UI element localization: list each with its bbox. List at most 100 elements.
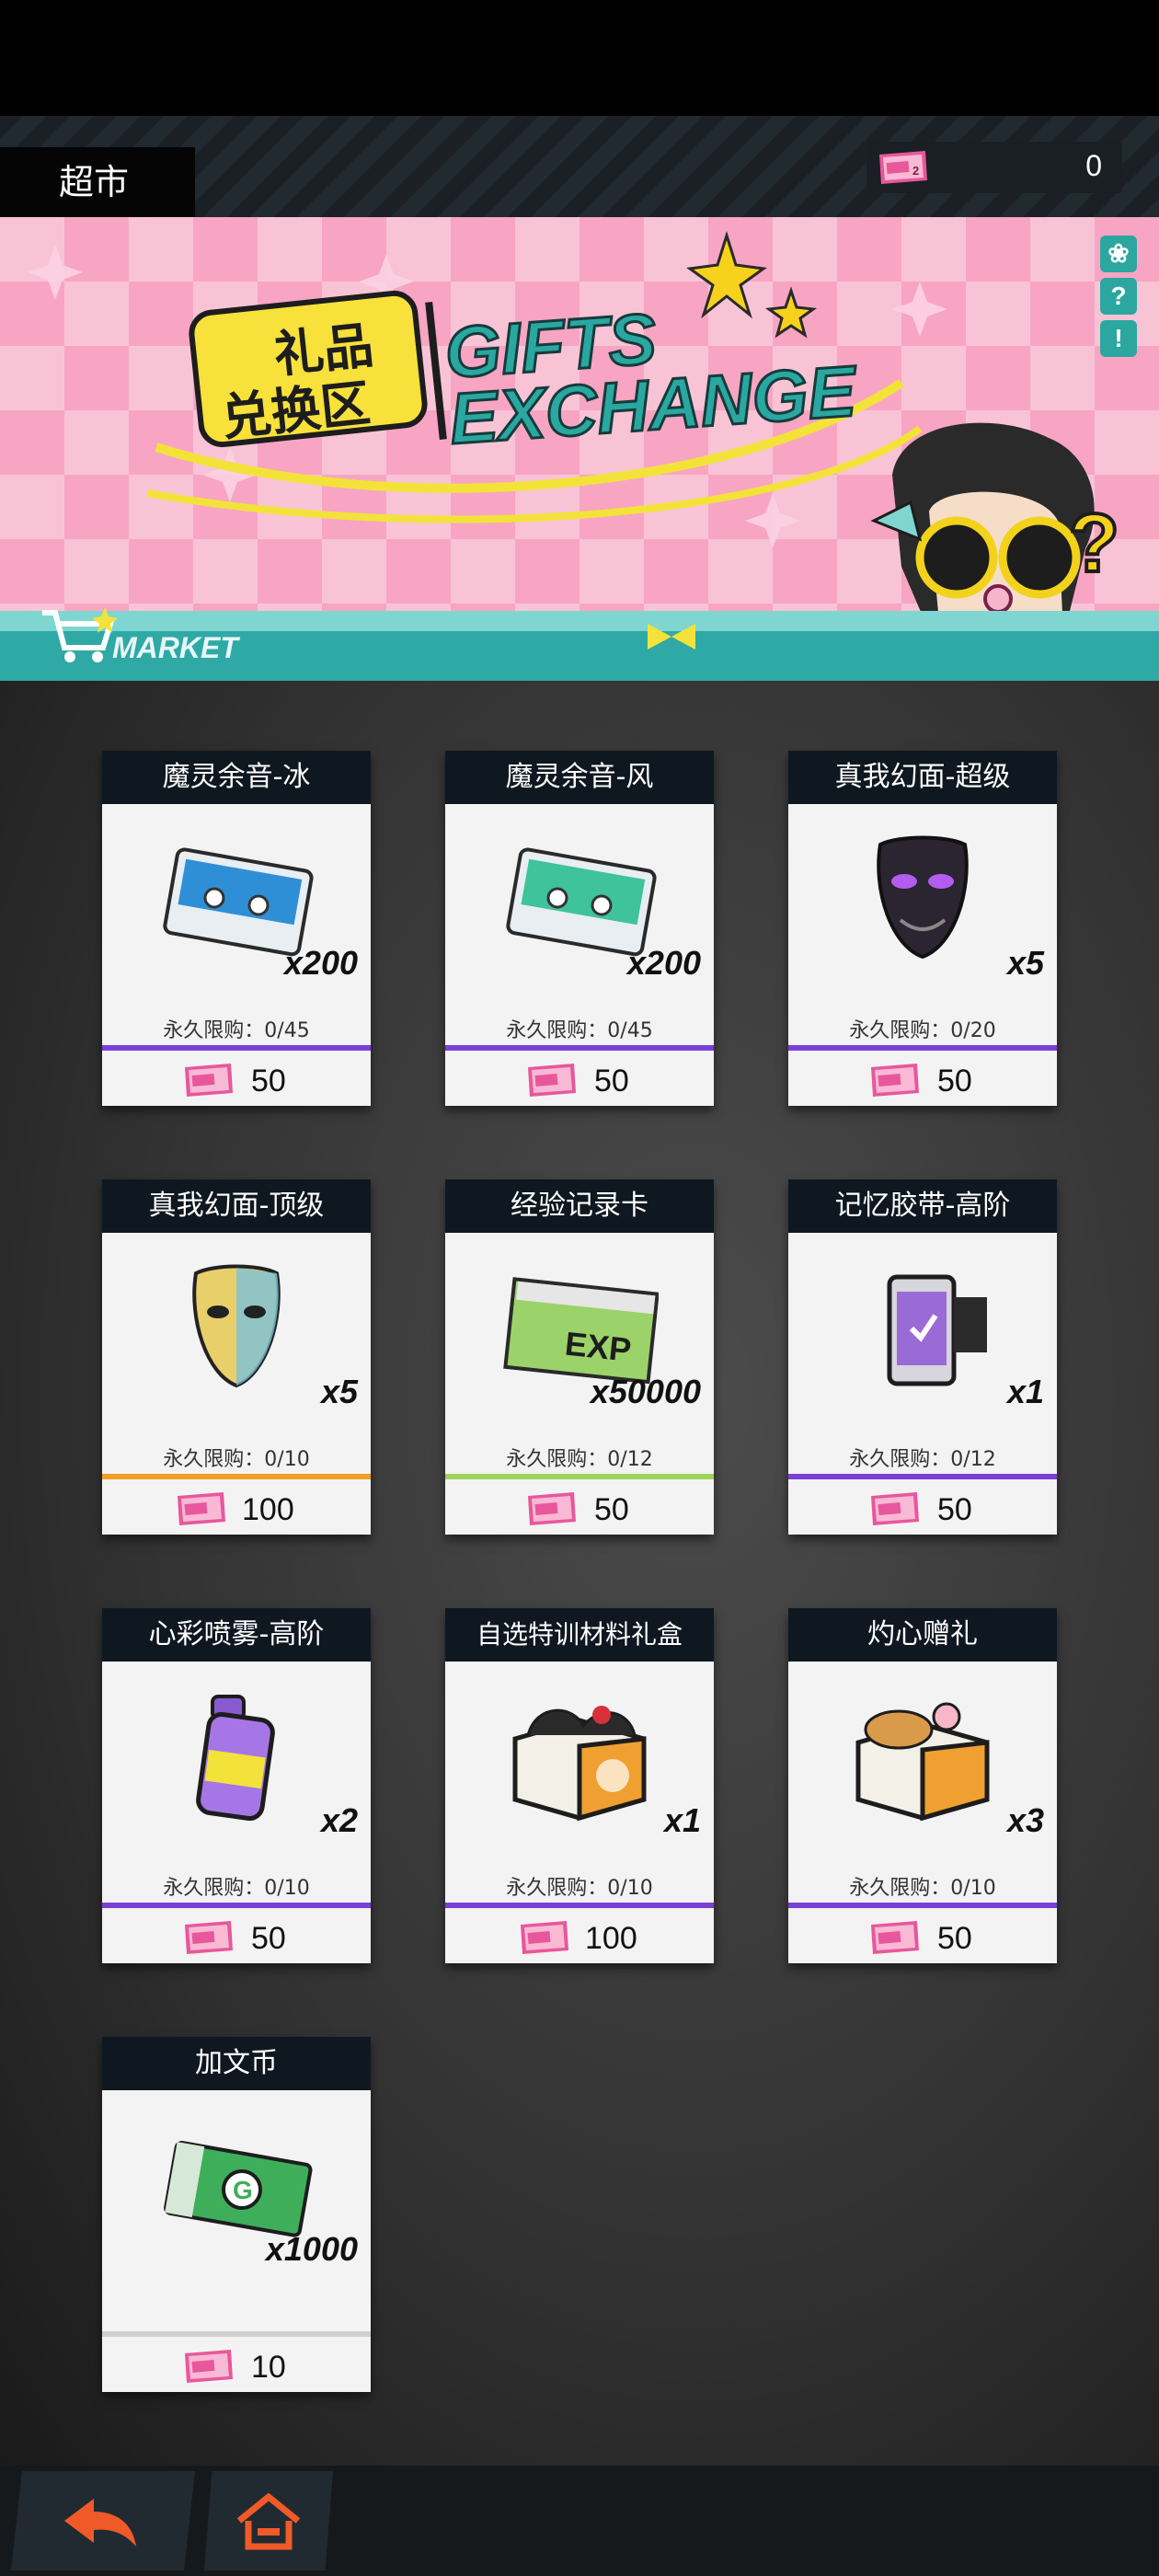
back-button[interactable]: [11, 2471, 195, 2570]
info-icon[interactable]: !: [1100, 320, 1137, 357]
item-purchase-limit: 永久限购：0/10: [849, 1877, 996, 1900]
banner-title-cn-2: 兑换区: [218, 374, 373, 447]
item-quantity: x200: [626, 944, 701, 982]
item-name: 经验记录卡: [445, 1179, 714, 1233]
shop-item-card[interactable]: 加文币 G x1000 10: [102, 2037, 371, 2392]
memory-film-icon: [887, 1274, 987, 1386]
top-bar: 超市 2 0: [0, 116, 1159, 217]
item-name: 心彩喷雾-高阶: [102, 1608, 371, 1662]
item-price: 50: [937, 1064, 972, 1098]
item-price: 50: [594, 1064, 629, 1098]
ribbon-icon: [648, 624, 695, 650]
rarity-line: [788, 1903, 1057, 1908]
ticket-currency-icon: [185, 1921, 233, 1954]
rarity-line: [445, 1903, 714, 1908]
price-row: 50: [445, 1481, 714, 1535]
item-quantity: x2: [320, 1801, 358, 1839]
ticket-currency-icon: [871, 1921, 919, 1954]
price-row: 10: [102, 2339, 371, 2392]
shop-item-card[interactable]: 心彩喷雾-高阶 x2 永久限购：0/10 50: [102, 1608, 371, 1963]
item-price: 50: [251, 1921, 286, 1956]
item-purchase-limit: 永久限购：0/10: [163, 1877, 310, 1900]
item-price: 50: [937, 1921, 972, 1956]
shop-item-card[interactable]: 魔灵余音-风 x200 永久限购：0/45 50: [445, 751, 714, 1106]
rarity-line: [445, 1045, 714, 1051]
item-purchase-limit: 永久限购：0/12: [506, 1448, 653, 1471]
item-name: 自选特训材料礼盒: [445, 1608, 714, 1662]
shop-item-card[interactable]: 真我幻面-超级 x5 永久限购：0/20 50: [788, 751, 1057, 1106]
rarity-line: [102, 2331, 371, 2337]
rarity-line: [788, 1045, 1057, 1051]
bottom-nav-bar: [0, 2466, 1159, 2576]
svg-text:2: 2: [912, 164, 919, 178]
shop-item-card[interactable]: 魔灵余音-冰 x200 永久限购：0/45 50: [102, 751, 371, 1106]
item-quantity: x200: [283, 944, 358, 982]
rabbit-icon[interactable]: ❀: [1100, 236, 1137, 272]
item-price: 50: [594, 1492, 629, 1527]
price-row: 100: [445, 1910, 714, 1963]
mask-purple-icon: [877, 835, 969, 960]
ticket-currency-icon: [178, 1492, 225, 1525]
rarity-line: [102, 1474, 371, 1479]
gifts-exchange-banner: 礼品 兑换区 GIFTS EXCHANGE ? ❀ ? ! MARKET: [0, 217, 1159, 681]
svg-text:?: ?: [1069, 498, 1119, 590]
item-name: 灼心赠礼: [788, 1608, 1057, 1662]
item-price: 100: [242, 1492, 294, 1527]
item-price: 10: [251, 2350, 286, 2385]
item-purchase-limit: 永久限购：0/12: [849, 1448, 996, 1471]
gift-box-icon: [512, 1706, 647, 1822]
page-title: 超市: [0, 147, 195, 217]
item-name: 加文币: [102, 2037, 371, 2090]
item-purchase-limit: 永久限购：0/45: [163, 1019, 310, 1042]
ticket-currency-icon: 2: [879, 151, 927, 184]
spray-can-icon: [196, 1695, 275, 1822]
ticket-currency-icon: [185, 1064, 233, 1097]
shop-item-card[interactable]: 记忆胶带-高阶 x1 永久限购：0/12 50: [788, 1179, 1057, 1535]
item-quantity: x5: [1006, 944, 1044, 982]
rarity-line: [102, 1903, 371, 1908]
item-name: 真我幻面-超级: [788, 751, 1057, 804]
svg-text:EXP: EXP: [563, 1325, 633, 1369]
shop-item-card[interactable]: 真我幻面-顶级 x5 永久限购：0/10 100: [102, 1179, 371, 1535]
item-quantity: x1: [1006, 1373, 1044, 1410]
mask-gold-icon: [192, 1264, 281, 1388]
banner-title-plaque: 礼品 兑换区: [186, 288, 430, 450]
price-row: 50: [445, 1052, 714, 1106]
shop-item-card[interactable]: 经验记录卡 EXP x50000 永久限购：0/12 50: [445, 1179, 714, 1535]
price-row: 50: [788, 1052, 1057, 1106]
item-price: 100: [585, 1921, 637, 1956]
item-purchase-limit: 永久限购：0/10: [163, 1448, 310, 1471]
shop-item-card[interactable]: 自选特训材料礼盒 x1 永久限购：0/10 100: [445, 1608, 714, 1963]
item-purchase-limit: 永久限购：0/45: [506, 1019, 653, 1042]
market-label: MARKET: [112, 631, 238, 664]
price-row: 50: [102, 1910, 371, 1963]
item-price: 50: [251, 1064, 286, 1098]
item-name: 魔灵余音-冰: [102, 751, 371, 804]
price-row: 100: [102, 1481, 371, 1535]
help-icon[interactable]: ?: [1100, 278, 1137, 315]
item-price: 50: [937, 1492, 972, 1527]
ticket-currency-icon: [528, 1492, 576, 1525]
home-button[interactable]: [204, 2471, 333, 2570]
price-row: 50: [788, 1481, 1057, 1535]
rarity-line: [788, 1474, 1057, 1479]
ticket-currency-icon: [185, 2350, 233, 2383]
item-purchase-limit: 永久限购：0/20: [849, 1019, 996, 1042]
currency-display: 2 0: [866, 142, 1122, 193]
price-row: 50: [102, 1052, 371, 1106]
home-icon: [236, 2493, 301, 2550]
svg-text:G: G: [233, 2176, 253, 2204]
item-quantity: x1: [663, 1801, 701, 1839]
ticket-currency-icon: [871, 1492, 919, 1525]
item-grid: 魔灵余音-冰 x200 永久限购：0/45 50 魔灵余音-风 x200 永久限…: [0, 681, 1159, 2466]
price-row: 50: [788, 1910, 1057, 1963]
item-name: 魔灵余音-风: [445, 751, 714, 804]
item-quantity: x1000: [265, 2230, 358, 2268]
item-quantity: x3: [1006, 1801, 1044, 1839]
banner-title-en: GIFTS EXCHANGE: [441, 292, 859, 461]
item-quantity: x5: [320, 1373, 358, 1410]
ticket-currency-icon: [871, 1064, 919, 1097]
food-box-icon: [855, 1702, 990, 1822]
cart-icon: [42, 607, 118, 662]
shop-item-card[interactable]: 灼心赠礼 x3 永久限购：0/10 50: [788, 1608, 1057, 1963]
